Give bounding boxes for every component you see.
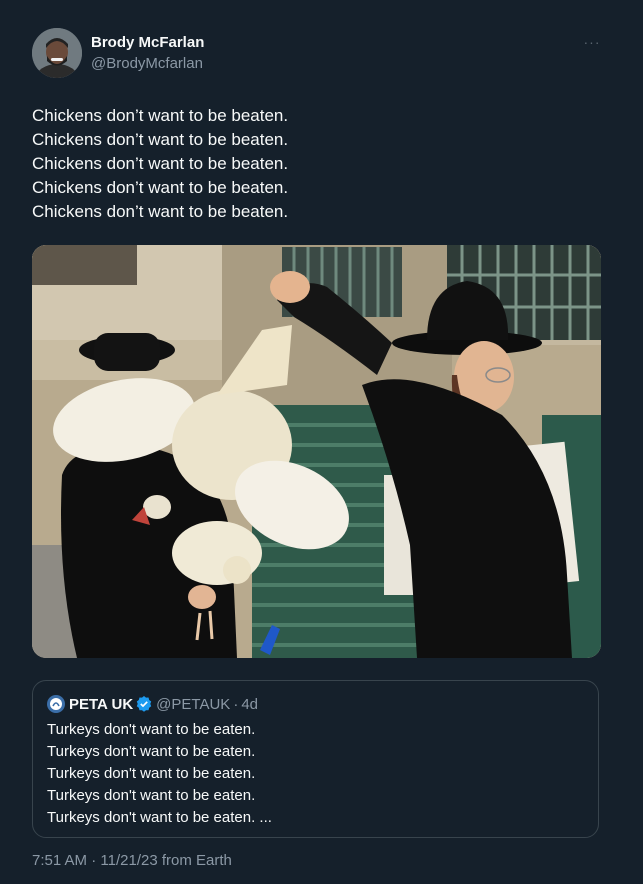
tweet-detail: Brody McFarlan @BrodyMcfarlan ··· Chicke… xyxy=(0,0,643,884)
quoted-line: Turkeys don't want to be eaten. xyxy=(47,743,256,760)
author-handle[interactable]: @BrodyMcfarlan xyxy=(91,55,203,72)
quoted-line: Turkeys don't want to be eaten. xyxy=(47,787,256,804)
peta-logo-icon xyxy=(50,698,62,710)
quoted-timestamp[interactable]: 4d xyxy=(241,696,258,713)
quoted-tweet-header: PETA UK @PETAUK · 4d xyxy=(47,694,258,714)
tweet-date[interactable]: 11/21/23 xyxy=(100,852,157,869)
quoted-author-handle[interactable]: @PETAUK xyxy=(156,696,230,713)
tweet-line: Chickens don’t want to be beaten. xyxy=(32,202,289,221)
more-options-icon[interactable]: ··· xyxy=(580,32,604,52)
author-avatar[interactable] xyxy=(32,28,82,78)
quoted-tweet[interactable]: PETA UK @PETAUK · 4d Turkeys don't want … xyxy=(32,680,599,838)
quoted-line: Turkeys don't want to be eaten. xyxy=(47,765,256,782)
tweet-line: Chickens don’t want to be beaten. xyxy=(32,130,289,149)
quoted-author-avatar[interactable] xyxy=(47,695,65,713)
tweet-line: Chickens don’t want to be beaten. xyxy=(32,106,289,125)
quoted-tweet-text: Turkeys don't want to be eaten. Turkeys … xyxy=(47,719,577,829)
tweet-line: Chickens don’t want to be beaten. xyxy=(32,178,289,197)
photo-illustration xyxy=(32,245,601,658)
tweet-photo[interactable] xyxy=(32,245,601,658)
tweet-time[interactable]: 7:51 AM xyxy=(32,852,87,869)
quoted-line: Turkeys don't want to be eaten. xyxy=(47,721,256,738)
quoted-line: Turkeys don't want to be eaten. ... xyxy=(47,809,272,826)
avatar-image xyxy=(32,28,82,78)
tweet-text: Chickens don’t want to be beaten. Chicke… xyxy=(32,104,602,224)
tweet-line: Chickens don’t want to be beaten. xyxy=(32,154,289,173)
meta-separator: · xyxy=(91,852,97,869)
quoted-author-name[interactable]: PETA UK xyxy=(69,696,133,713)
verified-badge-icon xyxy=(136,696,152,712)
quoted-separator: · xyxy=(233,695,239,713)
tweet-source: from Earth xyxy=(161,852,232,869)
tweet-meta: 7:51 AM · 11/21/23 from Earth xyxy=(32,852,232,869)
author-name[interactable]: Brody McFarlan xyxy=(91,34,204,51)
